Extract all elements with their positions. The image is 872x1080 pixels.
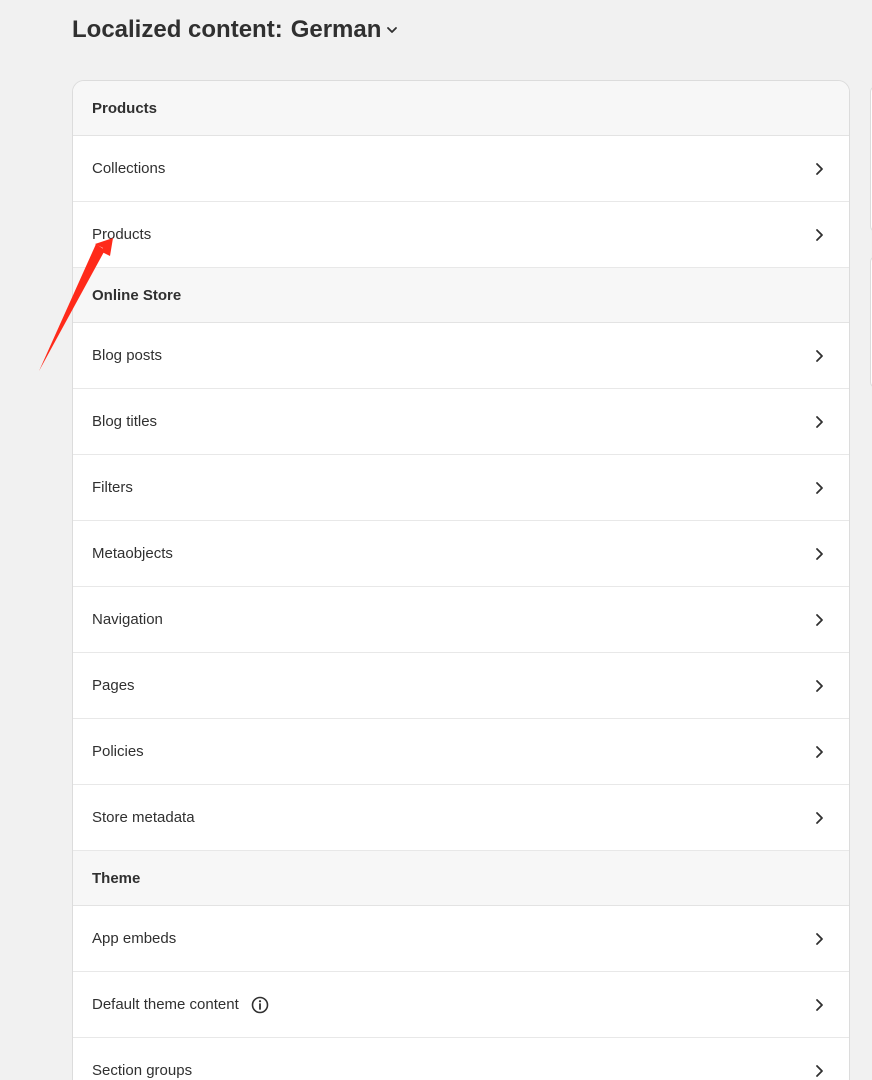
chevron-right-icon [813,1064,825,1078]
chevron-right-icon [813,932,825,946]
row-store-metadata[interactable]: Store metadata [73,785,849,851]
row-section-groups[interactable]: Section groups [73,1038,849,1080]
section-title: Products [92,99,158,117]
row-navigation[interactable]: Navigation [73,587,849,653]
row-label-group: Default theme content [92,996,269,1014]
row-label: App embeds [92,930,177,947]
row-label: Default theme content [92,996,239,1013]
row-blog-titles[interactable]: Blog titles [73,389,849,455]
chevron-right-icon [813,349,825,363]
row-label: Section groups [92,1062,193,1079]
row-label: Blog posts [92,347,163,364]
chevron-right-icon [813,415,825,429]
section-header-products: Products [73,81,849,136]
row-label: Navigation [92,611,163,628]
info-icon[interactable] [251,996,269,1014]
chevron-right-icon [813,613,825,627]
chevron-right-icon [813,679,825,693]
row-label: Pages [92,677,135,694]
section-header-online-store: Online Store [73,268,849,323]
row-default-theme-content[interactable]: Default theme content [73,972,849,1038]
section-title: Theme [92,869,141,887]
chevron-down-icon [385,23,399,37]
row-collections[interactable]: Collections [73,136,849,202]
chevron-right-icon [813,998,825,1012]
row-label: Metaobjects [92,545,173,562]
row-label: Collections [92,160,166,177]
chevron-right-icon [813,481,825,495]
chevron-right-icon [813,811,825,825]
localized-content-card: Products Collections Products Online Sto… [72,80,850,1080]
row-label: Store metadata [92,809,195,826]
row-metaobjects[interactable]: Metaobjects [73,521,849,587]
row-label: Filters [92,479,133,496]
page-title-text: Localized content: [72,16,283,43]
row-policies[interactable]: Policies [73,719,849,785]
row-label: Policies [92,743,144,760]
section-header-theme: Theme [73,851,849,906]
row-blog-posts[interactable]: Blog posts [73,323,849,389]
chevron-right-icon [813,745,825,759]
row-label: Blog titles [92,413,158,430]
row-filters[interactable]: Filters [73,455,849,521]
chevron-right-icon [813,162,825,176]
section-title: Online Store [92,286,182,304]
page: Localized content: German Products Colle… [0,0,872,1080]
chevron-right-icon [813,547,825,561]
row-products[interactable]: Products [73,202,849,268]
language-label: German [290,16,382,43]
chevron-right-icon [813,228,825,242]
page-title: Localized content: German [72,12,399,48]
row-label: Products [92,226,152,243]
row-pages[interactable]: Pages [73,653,849,719]
row-app-embeds[interactable]: App embeds [73,906,849,972]
language-selector[interactable]: German [291,16,400,44]
